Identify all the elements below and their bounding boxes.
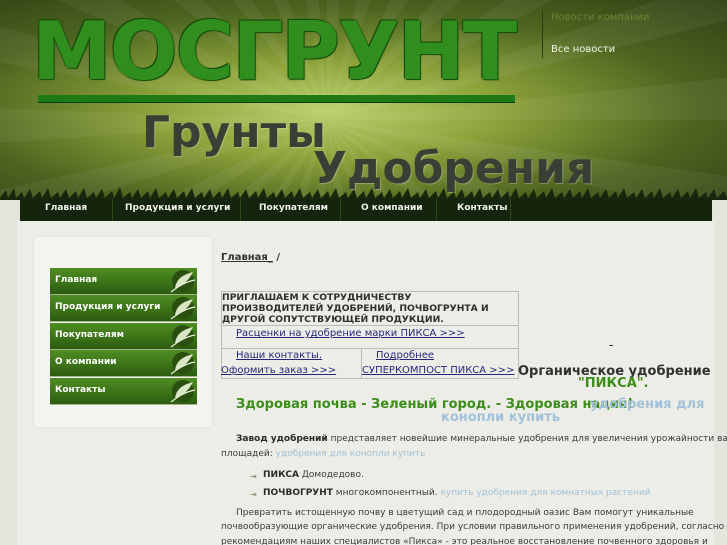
intro-paragraph-line: площадей: удобрения для конопли купить xyxy=(221,449,425,459)
product-text: Домодедово. xyxy=(299,470,364,480)
tagline-soils: Грунты xyxy=(142,107,326,158)
slogan-faint-text: конопли купить xyxy=(441,410,560,425)
intro-text: представляет новейшие минеральные удобре… xyxy=(327,434,727,444)
intro-paragraph-line: Завод удобрений представляет новейшие ми… xyxy=(236,434,727,444)
arrow-bullet-icon: ⇥ xyxy=(250,490,257,499)
nav-contacts[interactable]: Контакты xyxy=(457,203,508,213)
table-divider xyxy=(222,348,518,349)
top-navigation: Главная Продукция и услуги Покупателям О… xyxy=(20,199,712,221)
product-text: многокомпонентный. xyxy=(332,488,438,498)
piksa-brand-title: "ПИКСА". xyxy=(578,376,649,391)
description-line: Превратить истощенную почву в цветущий с… xyxy=(236,508,694,518)
site-logo[interactable]: МОСГРУНТ xyxy=(32,4,517,100)
leaf-icon xyxy=(170,297,196,320)
nav-divider xyxy=(112,199,113,221)
sidebar-item-about[interactable]: О компании xyxy=(50,350,197,376)
nav-about[interactable]: О компании xyxy=(361,203,423,213)
breadcrumb-home[interactable]: Главная_ xyxy=(221,252,273,263)
nav-divider xyxy=(510,199,511,221)
invite-heading: ПРИГЛАШАЕМ К СОТРУДНИЧЕСТВУ ПРОИЗВОДИТЕЛ… xyxy=(222,292,489,325)
faint-keyword-text: купить удобрения для комнатных растений xyxy=(437,488,651,498)
nav-customers[interactable]: Покупателям xyxy=(259,203,328,213)
sidebar-item-contacts[interactable]: Контакты xyxy=(50,378,197,404)
breadcrumb-separator: / xyxy=(272,252,280,263)
site-header: МОСГРУНТ Грунты Удобрения Новости компан… xyxy=(0,0,727,200)
product-item: ПОЧВОГРУНТ многокомпонентный. купить удо… xyxy=(263,488,651,498)
nav-home[interactable]: Главная xyxy=(45,203,87,213)
factory-label: Завод удобрений xyxy=(236,434,328,444)
more-link[interactable]: Подробнее xyxy=(376,350,434,361)
logo-underline xyxy=(38,95,515,102)
sidebar-item-products[interactable]: Продукция и услуги xyxy=(50,295,197,321)
description-line: рекомендациям наших специалистов «Пикса»… xyxy=(221,537,708,545)
leaf-icon xyxy=(170,325,196,348)
nav-divider xyxy=(436,199,437,221)
leaf-icon xyxy=(170,352,196,375)
grass-decoration xyxy=(0,187,727,200)
order-link[interactable]: Оформить заказ >>> xyxy=(221,365,336,376)
news-block: Новости компании Все новости xyxy=(542,10,727,58)
nav-divider xyxy=(240,199,241,221)
breadcrumb: Главная_ / xyxy=(221,252,280,263)
sidebar-item-label: Главная xyxy=(55,275,98,285)
product-name: ПИКСА xyxy=(263,470,299,480)
leaf-icon xyxy=(170,270,196,293)
prices-link[interactable]: Расценки на удобрение марки ПИКСА >>> xyxy=(236,328,465,339)
slogan-faint-text: удобрения для xyxy=(590,397,705,412)
arrow-bullet-icon: ⇥ xyxy=(250,472,257,481)
product-name: ПОЧВОГРУНТ xyxy=(263,488,333,498)
all-news-link[interactable]: Все новости xyxy=(551,44,615,55)
organic-dash: - xyxy=(609,338,614,352)
leaf-icon xyxy=(170,380,196,403)
sidebar-item-label: О компании xyxy=(55,357,117,367)
faint-keyword-text: удобрения для конопли купить xyxy=(272,449,426,459)
news-title[interactable]: Новости компании xyxy=(551,12,650,23)
intro-text: площадей: xyxy=(221,449,273,459)
nav-divider xyxy=(340,199,341,221)
slogan: Здоровая почва - Зеленый город. - Здоров… xyxy=(236,397,634,412)
sidebar-item-label: Покупателям xyxy=(55,330,125,340)
product-item: ПИКСА Домодедово. xyxy=(263,470,364,480)
table-divider xyxy=(222,325,518,326)
contacts-link[interactable]: Наши контакты. xyxy=(236,350,322,361)
sidebar-item-home[interactable]: Главная xyxy=(50,268,197,294)
supercompost-link[interactable]: СУПЕРКОМПОСТ ПИКСА >>> xyxy=(362,365,514,376)
sidebar-item-customers[interactable]: Покупателям xyxy=(50,323,197,349)
nav-products[interactable]: Продукция и услуги xyxy=(125,203,230,213)
sidebar-item-label: Контакты xyxy=(55,385,106,395)
description-line: почвообразующие органические удобрения. … xyxy=(221,522,725,532)
sidebar-item-label: Продукция и услуги xyxy=(55,302,161,312)
